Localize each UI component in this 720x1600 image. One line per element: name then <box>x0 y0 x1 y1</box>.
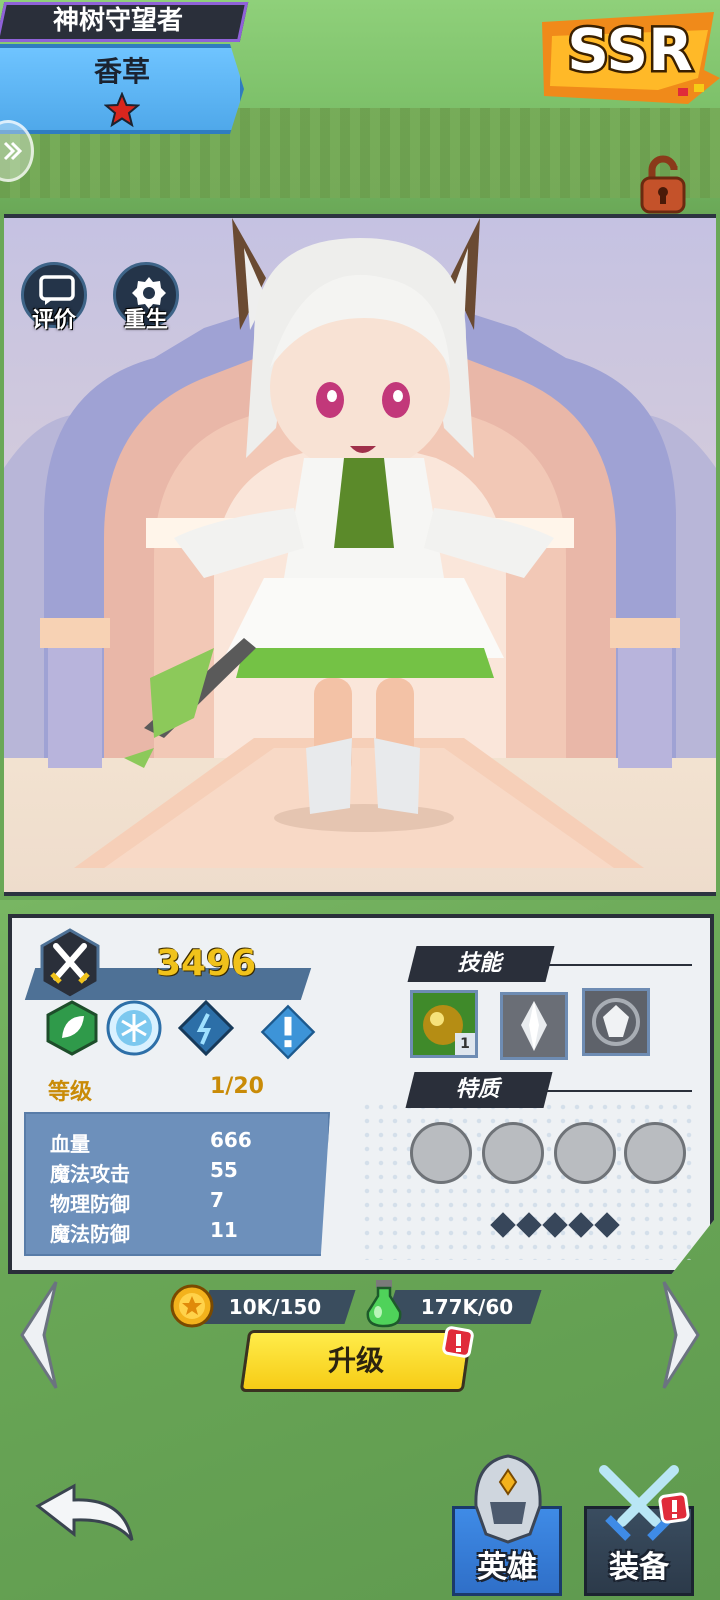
combat-power-value: 3496 <box>156 943 257 984</box>
previous-hero-arrow-icon[interactable] <box>16 1280 64 1390</box>
skills-header: 技能 <box>407 946 555 982</box>
info-icon[interactable] <box>260 1004 316 1060</box>
stat-value-magic-defense: 11 <box>210 1218 238 1242</box>
stat-value-magic-attack: 55 <box>210 1158 238 1182</box>
level-label: 等级 <box>48 1080 93 1105</box>
stat-name-physical-defense: 物理防御 <box>50 1192 130 1216</box>
star-icon <box>104 92 140 128</box>
skill-slot-1[interactable]: 1 <box>410 990 478 1058</box>
stat-value-physical-defense: 7 <box>210 1188 224 1212</box>
double-chevron-icon <box>3 141 23 161</box>
white-gem-icon <box>585 991 647 1053</box>
gold-cost-text: 10K/150 <box>228 1295 322 1319</box>
traits-divider <box>546 1090 692 1092</box>
snowflake-icon[interactable] <box>106 1000 162 1056</box>
rate-label: 评价 <box>31 308 76 333</box>
chat-bubble-icon <box>39 275 75 305</box>
ssr-rarity-badge: SSR <box>542 12 720 104</box>
equipment-alert-icon <box>658 1492 690 1524</box>
trait-slot-1[interactable] <box>410 1122 472 1184</box>
hero-name: 香草 <box>93 55 150 88</box>
skill-slot-3[interactable] <box>582 988 650 1056</box>
leaf-icon[interactable] <box>44 1000 100 1056</box>
helmet-icon <box>474 1454 542 1544</box>
trait-slot-3[interactable] <box>554 1122 616 1184</box>
stat-name-hp: 血量 <box>50 1132 90 1156</box>
traits-header: 特质 <box>405 1072 553 1108</box>
trait-slot-4[interactable] <box>624 1122 686 1184</box>
magic-crystal-icon[interactable] <box>178 1000 234 1056</box>
rebirth-label: 重生 <box>123 308 168 333</box>
back-arrow-icon[interactable] <box>34 1482 136 1552</box>
skill-level: 1 <box>455 1033 475 1055</box>
stat-value-hp: 666 <box>210 1128 252 1152</box>
alert-icon <box>442 1326 474 1358</box>
lock-icon[interactable] <box>638 152 688 216</box>
equipment-tab-label: 装备 <box>609 1550 669 1585</box>
gold-coin-icon <box>170 1284 214 1328</box>
stat-name-magic-attack: 魔法攻击 <box>50 1162 130 1186</box>
stat-name-magic-defense: 魔法防御 <box>50 1222 130 1246</box>
skills-divider <box>548 964 692 966</box>
trait-slot-2[interactable] <box>482 1122 544 1184</box>
upgrade-button-label: 升级 <box>327 1344 384 1377</box>
crossed-swords-icon <box>40 928 100 1000</box>
level-value: 1/20 <box>210 1074 264 1099</box>
potion-cost-text: 177K/60 <box>420 1295 514 1319</box>
green-potion-icon <box>366 1280 402 1328</box>
silver-crystal-icon <box>503 995 565 1057</box>
next-hero-arrow-icon[interactable] <box>656 1280 704 1390</box>
hero-tab-label: 英雄 <box>477 1550 537 1585</box>
ssr-label: SSR <box>567 16 693 84</box>
skill-slot-2[interactable] <box>500 992 568 1060</box>
hero-title: 神树守望者 <box>52 6 183 36</box>
